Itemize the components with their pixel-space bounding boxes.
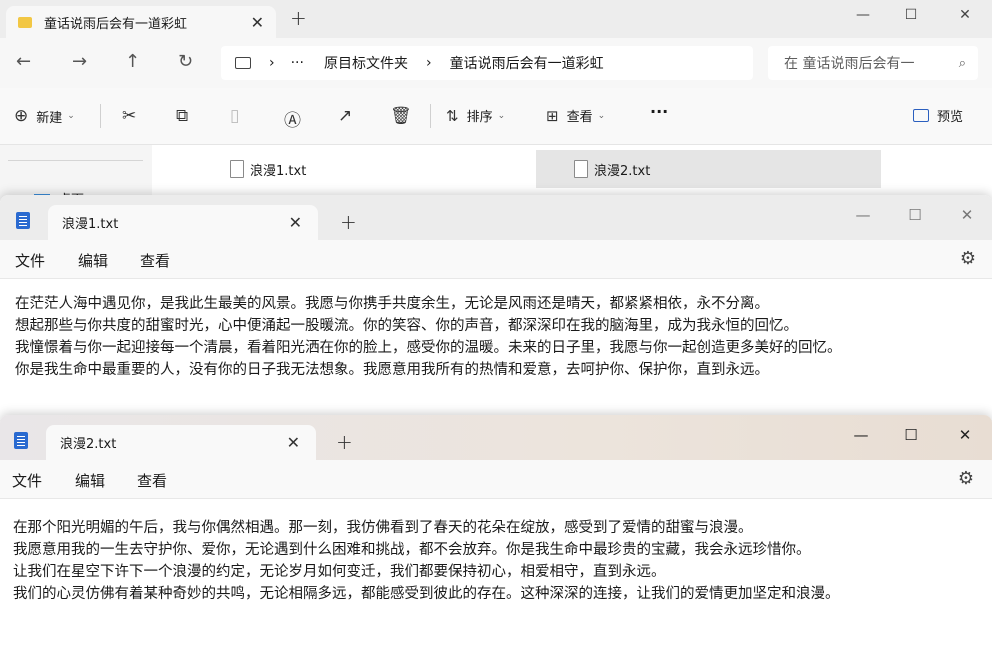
view-label: 查看 <box>566 110 593 125</box>
notepad-app-icon <box>14 432 28 449</box>
close-window-button[interactable]: ✕ <box>944 200 990 230</box>
maximize-button[interactable]: ☐ <box>892 200 938 230</box>
new-label: 新建 <box>36 110 63 126</box>
preview-pane-icon <box>913 109 929 122</box>
cut-icon[interactable]: ✂ <box>122 106 136 126</box>
preview-label: 预览 <box>937 110 964 125</box>
address-bar[interactable]: › ··· 原目标文件夹 › 童话说雨后会有一道彩虹 <box>221 46 753 80</box>
nav-divider <box>8 160 143 161</box>
up-arrow-icon[interactable]: ↑ <box>125 51 140 72</box>
notepad-tab-title: 浪漫2.txt <box>60 437 117 452</box>
menu-bar: 文件 编辑 查看 ⚙ <box>0 460 992 499</box>
text-line: 你是我生命中最重要的人，没有你的日子我无法想象。我愿意用我所有的热情和爱意，去呵… <box>15 362 769 378</box>
close-window-button[interactable]: ✕ <box>942 420 988 450</box>
minimize-button[interactable]: — <box>840 200 886 230</box>
explorer-tab-title: 童话说雨后会有一道彩虹 <box>44 16 188 32</box>
maximize-button[interactable]: ☐ <box>888 0 934 30</box>
toolbar-divider <box>430 104 431 128</box>
refresh-icon[interactable]: ↻ <box>178 51 193 72</box>
notepad-tab-bar: 浪漫1.txt ✕ + — ☐ ✕ <box>0 195 992 240</box>
delete-icon[interactable]: 🗑 <box>390 106 412 126</box>
notepad-tab-title: 浪漫1.txt <box>62 217 119 232</box>
explorer-tab-bar: 童话说雨后会有一道彩虹 ✕ + — ☐ ✕ <box>0 0 992 38</box>
close-tab-icon[interactable]: ✕ <box>287 433 300 452</box>
copy-icon[interactable]: ⧉ <box>176 106 188 126</box>
chevron-down-icon: ⌄ <box>597 110 606 121</box>
close-window-button[interactable]: ✕ <box>942 0 988 30</box>
folder-icon <box>18 16 32 28</box>
breadcrumb-item-current-folder[interactable]: 童话说雨后会有一道彩虹 <box>450 53 604 73</box>
grid-icon: ⊞ <box>546 106 559 125</box>
new-tab-button[interactable]: + <box>290 6 307 30</box>
monitor-icon[interactable] <box>235 57 251 69</box>
gear-icon[interactable]: ⚙ <box>960 248 976 269</box>
new-tab-button[interactable]: + <box>336 430 353 454</box>
text-line: 在那个阳光明媚的午后，我与你偶然相遇。那一刻，我仿佛看到了春天的花朵在绽放，感受… <box>13 520 753 536</box>
rename-icon[interactable]: Ⓐ <box>284 106 301 131</box>
menu-edit[interactable]: 编辑 <box>78 250 108 271</box>
notepad-tab[interactable]: 浪漫1.txt ✕ <box>48 205 318 240</box>
menu-edit[interactable]: 编辑 <box>75 470 105 491</box>
menu-view[interactable]: 查看 <box>140 250 170 271</box>
notepad-tab-bar: 浪漫2.txt ✕ + — ☐ ✕ <box>0 415 992 460</box>
notepad-tab[interactable]: 浪漫2.txt ✕ <box>46 425 316 460</box>
notepad-window-2: 浪漫2.txt ✕ + — ☐ ✕ 文件 编辑 查看 ⚙ 在那个阳光明媚的午后，… <box>0 415 992 649</box>
notepad-app-icon <box>16 212 30 229</box>
more-options-icon[interactable]: ··· <box>650 102 668 121</box>
file-item[interactable]: 浪漫1.txt <box>230 150 530 188</box>
search-placeholder: 在 童话说雨后会有一 <box>784 56 915 72</box>
search-icon[interactable]: ⌕ <box>959 56 966 71</box>
preview-button[interactable]: 预览 <box>913 106 963 125</box>
breadcrumb-ellipsis[interactable]: ··· <box>291 55 304 71</box>
chevron-down-icon: ⌄ <box>67 111 75 121</box>
notepad-window-1: 浪漫1.txt ✕ + — ☐ ✕ 文件 编辑 查看 ⚙ 在茫茫人海中遇见你，是… <box>0 195 992 420</box>
close-tab-icon[interactable]: ✕ <box>289 213 302 232</box>
chevron-down-icon: ⌄ <box>497 110 506 121</box>
new-tab-button[interactable]: + <box>340 210 357 234</box>
search-input[interactable]: 在 童话说雨后会有一 ⌕ <box>768 46 978 80</box>
back-arrow-icon[interactable]: ← <box>16 51 31 72</box>
minimize-button[interactable]: — <box>840 0 886 30</box>
menu-file[interactable]: 文件 <box>12 470 42 491</box>
sort-icon: ⇅ <box>446 106 459 125</box>
menu-bar: 文件 编辑 查看 ⚙ <box>0 240 992 279</box>
sort-label: 排序 <box>466 110 493 125</box>
text-line: 让我们在星空下许下一个浪漫的约定，无论岁月如何变迁，我们都要保持初心，相爱相守，… <box>13 564 666 580</box>
text-line: 想起那些与你共度的甜蜜时光，心中便涌起一股暖流。你的笑容、你的声音，都深深印在我… <box>15 318 798 334</box>
menu-file[interactable]: 文件 <box>15 250 45 271</box>
paste-icon[interactable]: ▯ <box>230 106 239 126</box>
minimize-button[interactable]: — <box>838 420 884 450</box>
file-item-selected[interactable]: 浪漫2.txt <box>536 150 881 188</box>
menu-view[interactable]: 查看 <box>137 470 167 491</box>
share-icon[interactable]: ↗ <box>338 106 352 126</box>
breadcrumb-separator[interactable]: › <box>426 55 432 71</box>
breadcrumb-item-source-folder[interactable]: 原目标文件夹 <box>324 53 408 73</box>
text-line: 我憧憬着与你一起迎接每一个清晨，看着阳光洒在你的脸上，感受你的温暖。未来的日子里… <box>15 340 842 356</box>
command-bar: ⊕ 新建 ⌄ ✂ ⧉ ▯ Ⓐ ↗ 🗑 ⇅ 排序 ⌄ ⊞ 查看 ⌄ ··· 预览 <box>0 88 992 145</box>
file-name: 浪漫2.txt <box>594 163 651 179</box>
explorer-tab[interactable]: 童话说雨后会有一道彩虹 ✕ <box>6 6 276 38</box>
forward-arrow-icon[interactable]: → <box>72 51 87 72</box>
toolbar-divider <box>100 104 101 128</box>
sort-button[interactable]: ⇅ 排序 ⌄ <box>446 106 506 126</box>
text-line: 在茫茫人海中遇见你，是我此生最美的风景。我愿与你携手共度余生，无论是风雨还是晴天… <box>15 296 769 312</box>
text-file-icon <box>574 160 588 178</box>
breadcrumb-separator[interactable]: › <box>269 55 275 71</box>
maximize-button[interactable]: ☐ <box>888 420 934 450</box>
file-name: 浪漫1.txt <box>250 163 307 179</box>
text-file-icon <box>230 160 244 178</box>
view-button[interactable]: ⊞ 查看 ⌄ <box>546 106 606 126</box>
new-button[interactable]: ⊕ 新建 ⌄ <box>14 106 75 126</box>
text-editor[interactable]: 在那个阳光明媚的午后，我与你偶然相遇。那一刻，我仿佛看到了春天的花朵在绽放，感受… <box>13 517 978 605</box>
plus-circle-icon: ⊕ <box>14 106 29 126</box>
gear-icon[interactable]: ⚙ <box>958 468 974 489</box>
text-line: 我们的心灵仿佛有着某种奇妙的共鸣，无论相隔多远，都能感受到彼此的存在。这种深深的… <box>13 586 840 602</box>
text-line: 我愿意用我的一生去守护你、爱你，无论遇到什么困难和挑战，都不会放弃。你是我生命中… <box>13 542 811 558</box>
text-editor[interactable]: 在茫茫人海中遇见你，是我此生最美的风景。我愿与你携手共度余生，无论是风雨还是晴天… <box>15 293 980 381</box>
close-tab-icon[interactable]: ✕ <box>251 13 264 32</box>
address-row: ← → ↑ ↻ › ··· 原目标文件夹 › 童话说雨后会有一道彩虹 在 童话说… <box>0 38 992 88</box>
